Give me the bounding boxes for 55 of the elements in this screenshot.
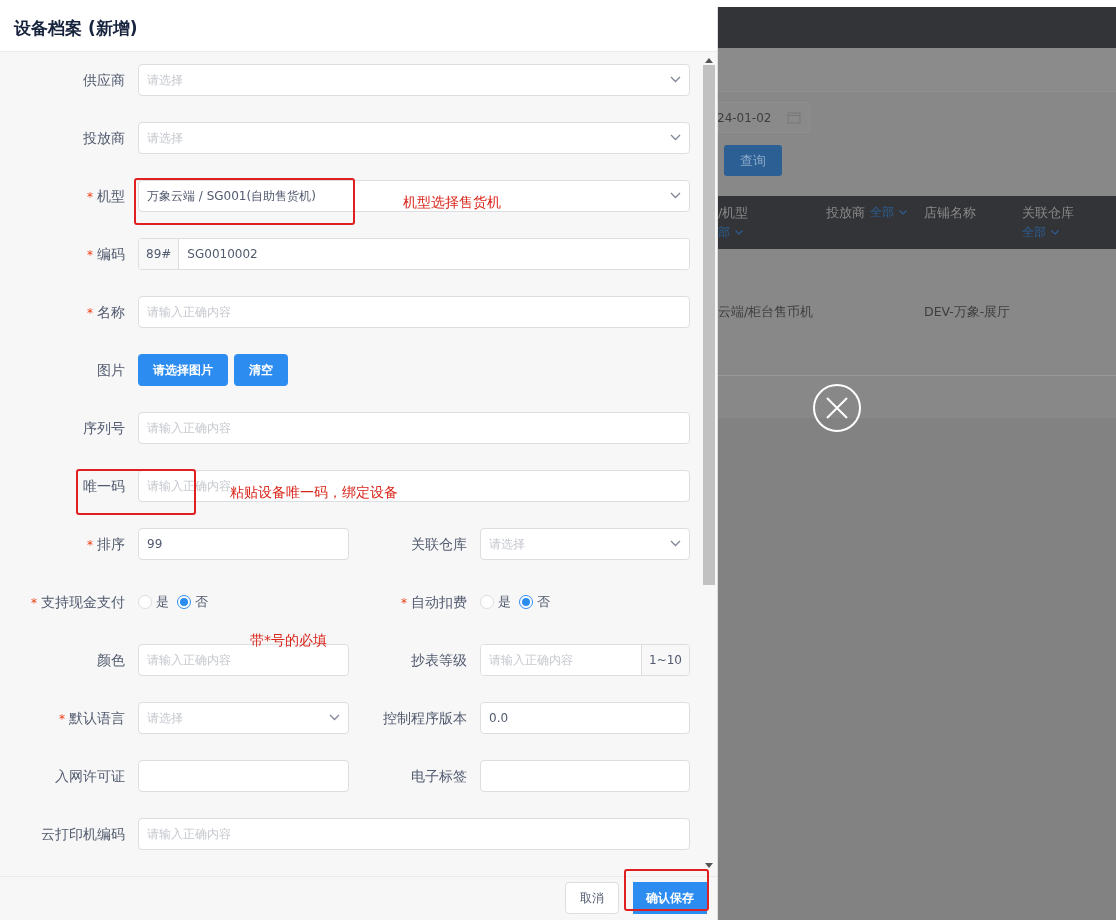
field-label: * 自动扣费 [400, 592, 468, 612]
dialog-title: 设备档案 (新增) [14, 17, 138, 41]
radio-option[interactable]: 是 [480, 592, 511, 612]
cancel-button[interactable]: 取消 [565, 882, 619, 915]
field-label: * 机型 [86, 186, 126, 206]
input-addon: 89# [139, 238, 180, 269]
chevron-down-icon [735, 229, 743, 235]
field-label: 投放商 [82, 128, 126, 148]
input-group-field[interactable]: 89# SG0010002 [138, 237, 690, 270]
field-label: * 默认语言 [58, 708, 126, 728]
field-label: 电子标签 [410, 766, 468, 786]
field-label: 抄表等级 [410, 650, 468, 670]
column-header: 投放商 [826, 204, 865, 222]
field-label: 颜色 [96, 650, 126, 670]
input-field[interactable]: 0.0 [480, 701, 690, 734]
radio-option[interactable]: 否 [519, 592, 550, 612]
select-field[interactable]: 万象云端 / SG001(自助售货机) 机型选择售货机 [138, 179, 690, 212]
chevron-down-icon [670, 76, 681, 84]
input-field[interactable]: 99 [138, 527, 349, 560]
column-filter: 部 [718, 224, 730, 239]
input-field[interactable] [480, 759, 690, 792]
field-label: 入网许可证 [54, 766, 126, 786]
table-cell: 云端/柜台售币机 [718, 303, 814, 319]
radio-option[interactable]: 否 [177, 592, 208, 612]
table-cell: DEV-万象-展厅 [924, 303, 1011, 319]
annotation-text: 机型选择售货机 [403, 192, 501, 212]
field-label: * 名称 [86, 302, 126, 322]
column-filter: 全部 [870, 205, 894, 219]
input-field[interactable] [138, 759, 349, 792]
field-label: * 支持现金支付 [30, 592, 126, 612]
field-label: 关联仓库 [410, 534, 468, 554]
column-header: 关联仓库 [1022, 205, 1074, 220]
field-label: * 编码 [86, 244, 126, 264]
chevron-down-icon [670, 134, 681, 142]
field-label: 云打印机编码 [40, 824, 126, 844]
chevron-down-icon [329, 714, 340, 722]
chevron-down-icon [670, 540, 681, 548]
scroll-down-icon[interactable] [705, 862, 713, 868]
field-label: * 排序 [86, 534, 126, 554]
column-header: /机型 [718, 205, 749, 220]
chevron-down-icon [670, 192, 681, 200]
field-label: 唯一码 [82, 476, 126, 496]
column-filter: 全部 [1022, 224, 1046, 239]
field-label: 供应商 [82, 70, 126, 90]
radio-option[interactable]: 是 [138, 592, 169, 612]
field-label: 控制程序版本 [382, 708, 468, 728]
field-label: 序列号 [82, 418, 126, 438]
chevron-down-icon [899, 210, 907, 215]
column-header: 店铺名称 [924, 204, 976, 222]
field-label: 图片 [96, 360, 126, 380]
date-field: 24-01-02 [718, 102, 810, 133]
scrollbar[interactable] [702, 57, 716, 868]
chevron-down-icon [1051, 229, 1059, 235]
close-icon[interactable] [812, 383, 862, 433]
input-addon: 1~10 [641, 644, 689, 675]
